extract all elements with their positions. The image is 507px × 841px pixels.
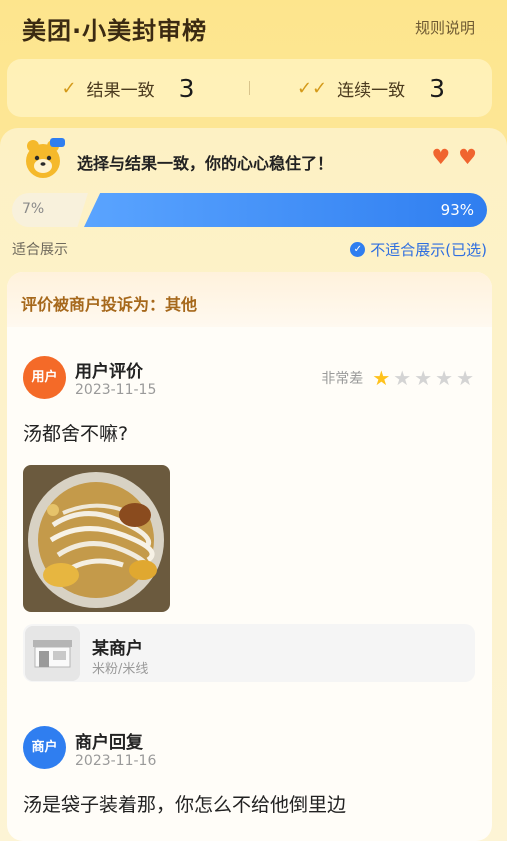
stat-value: 3: [429, 73, 446, 103]
storefront-icon: [25, 626, 80, 681]
vote-percent-suitable: 7%: [22, 201, 45, 217]
reviewer-name: 用户评价: [75, 362, 143, 382]
vote-percent-unsuitable: 93%: [440, 201, 474, 219]
review-date: 2023-11-15: [75, 382, 157, 398]
vote-result-bar: 7% 93%: [12, 193, 487, 227]
kangaroo-mascot-icon: [26, 138, 65, 178]
rules-link[interactable]: 规则说明: [415, 17, 475, 38]
star-empty-icon: ★: [435, 366, 454, 390]
noodle-dish-photo[interactable]: [23, 465, 170, 612]
selected-check-icon: ✓: [350, 242, 366, 257]
result-banner-text: 选择与结果一致，你的心心稳住了！: [77, 154, 334, 173]
shop-name: 某商户: [92, 639, 143, 659]
check-icon: ✓: [61, 77, 77, 99]
star-filled-icon: ★: [372, 366, 391, 390]
star-empty-icon: ★: [456, 366, 474, 390]
option-unsuitable-selected: ✓ 不适合展示(已选): [350, 239, 487, 260]
vote-bar-unsuitable: [84, 193, 487, 227]
stat-value: 3: [178, 73, 195, 103]
rating-label: 非常差: [321, 371, 364, 387]
stat-label: 结果一致: [86, 80, 155, 101]
shop-category: 米粉/米线: [92, 662, 149, 677]
merchant-reply-date: 2023-11-16: [75, 753, 157, 769]
option-label: 不适合展示(已选): [370, 241, 487, 259]
shop-card[interactable]: 某商户 米粉/米线: [23, 624, 475, 682]
complaint-reason: 评价被商户投诉为：其他: [21, 295, 198, 314]
merchant-reply-text: 汤是袋子装着那，你怎么不给他倒里边: [23, 794, 347, 816]
page-header: 美团·小美封审榜 规则说明: [0, 0, 507, 56]
merchant-reply-title: 商户回复: [75, 733, 143, 753]
heart-icon: ♥: [458, 145, 477, 169]
merchant-avatar: 商户: [23, 726, 66, 769]
star-rating: 非常差 ★ ★ ★ ★ ★: [321, 368, 474, 388]
double-check-icon: ✓✓: [296, 77, 328, 99]
complaint-header: 评价被商户投诉为：其他: [7, 272, 492, 327]
stat-label: 连续一致: [337, 80, 406, 101]
star-empty-icon: ★: [414, 366, 433, 390]
option-suitable: 适合展示: [12, 242, 68, 258]
review-panel: 选择与结果一致，你的心心稳住了！ ♥ ♥ 7% 93% 适合展示 ✓ 不适合展示…: [0, 128, 507, 841]
review-text: 汤都舍不嘛?: [23, 423, 129, 445]
star-empty-icon: ★: [393, 366, 412, 390]
user-avatar: 用户: [23, 356, 66, 399]
hearts-indicator: ♥ ♥: [431, 147, 477, 168]
stat-result-match: ✓ 结果一致 3: [7, 74, 249, 103]
review-card: 评价被商户投诉为：其他 用户 用户评价 2023-11-15 非常差 ★ ★ ★…: [7, 272, 492, 841]
stat-streak-match: ✓✓ 连续一致 3: [250, 74, 492, 103]
page-title: 美团·小美封审榜: [22, 17, 208, 45]
stats-card: ✓ 结果一致 3 ✓✓ 连续一致 3: [7, 59, 492, 117]
heart-icon: ♥: [431, 145, 451, 169]
